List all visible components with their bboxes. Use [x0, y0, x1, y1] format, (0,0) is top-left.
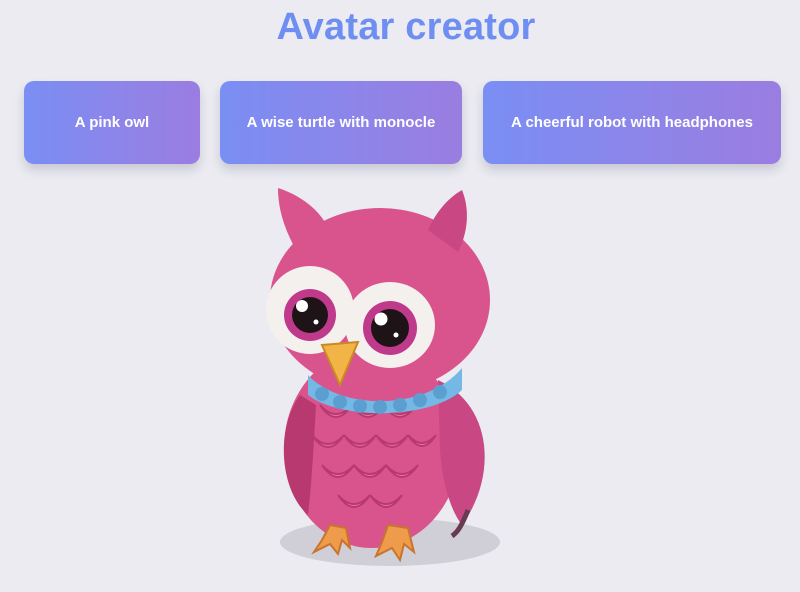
owl-left-eye [284, 289, 336, 341]
prompt-button-label: A pink owl [74, 114, 150, 131]
prompt-button-pink-owl[interactable]: A pink owl [24, 81, 200, 164]
page-title: Avatar creator [276, 6, 536, 48]
prompt-button-cheerful-robot[interactable]: A cheerful robot with headphones [483, 81, 781, 164]
owl-right-eye [363, 301, 417, 355]
generated-avatar [230, 180, 530, 590]
pink-owl-illustration [266, 188, 500, 566]
prompt-button-wise-turtle[interactable]: A wise turtle with monocle [220, 81, 462, 164]
prompt-button-label: A cheerful robot with headphones [511, 114, 753, 131]
prompt-button-label: A wise turtle with monocle [246, 114, 436, 131]
